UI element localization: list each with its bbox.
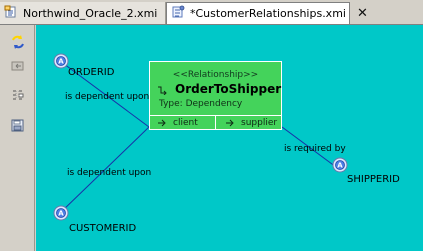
- tab-customer-relationships[interactable]: *CustomerRelationships.xmi ✕: [166, 2, 368, 24]
- editor-tab-strip: Northwind_Oracle_2.xmi *CustomerRelation…: [0, 0, 423, 25]
- client-role[interactable]: client: [150, 116, 216, 130]
- client-label: client: [173, 118, 198, 128]
- entity-a-icon: A: [332, 157, 348, 173]
- up-folder-icon: [9, 57, 27, 79]
- close-icon[interactable]: ✕: [357, 7, 368, 20]
- save-diagram-button[interactable]: [8, 118, 28, 138]
- relationship-box[interactable]: <<Relationship>> OrderToShipper Type: De…: [149, 61, 282, 130]
- edge-label: is dependent upon: [67, 168, 152, 178]
- shipperid-entity[interactable]: A SHIPPERID: [332, 157, 400, 185]
- relationship-stereotype: <<Relationship>>: [172, 70, 259, 80]
- tab-label: *CustomerRelationships.xmi: [190, 7, 346, 20]
- supplier-label: supplier: [241, 118, 278, 128]
- layout-icon: [9, 87, 27, 109]
- role-arrow-icon: [156, 118, 167, 128]
- relationship-name-row: OrderToShipper: [157, 80, 282, 99]
- entity-a-icon: A: [53, 205, 69, 221]
- up-folder-button[interactable]: [8, 58, 28, 78]
- relationship-roles: client supplier: [150, 115, 281, 130]
- svg-text:A: A: [337, 162, 343, 170]
- relationship-icon: [157, 80, 167, 99]
- supplier-role[interactable]: supplier: [216, 116, 281, 130]
- customerid-entity[interactable]: A CUSTOMERID: [53, 205, 136, 234]
- node-label: ORDERID: [68, 67, 115, 78]
- svg-text:A: A: [58, 210, 64, 218]
- orderid-entity[interactable]: A ORDERID: [53, 53, 114, 78]
- save-diagram-icon: [9, 117, 27, 139]
- xmi-model-icon: [4, 5, 18, 22]
- diagram-connectors: [59, 60, 337, 214]
- relationship-name: OrderToShipper: [175, 82, 282, 96]
- tab-northwind-oracle-2[interactable]: Northwind_Oracle_2.xmi: [0, 2, 166, 24]
- node-label: SHIPPERID: [347, 174, 400, 185]
- node-label: CUSTOMERID: [69, 223, 137, 234]
- refresh-icon: [9, 33, 27, 55]
- relationship-type: Type: Dependency: [159, 99, 243, 109]
- diagram-canvas[interactable]: A ORDERID A CUSTOMERID A SHIPPERID is de…: [36, 25, 423, 251]
- edge-label: is required by: [284, 144, 346, 154]
- tab-label: Northwind_Oracle_2.xmi: [23, 6, 158, 20]
- diagram-toolbar: [0, 25, 35, 251]
- edge-label: is dependent upon: [65, 92, 150, 102]
- layout-button[interactable]: [8, 88, 28, 108]
- role-arrow-icon: [224, 118, 235, 128]
- entity-a-icon: A: [53, 53, 69, 69]
- svg-text:A: A: [58, 58, 64, 66]
- refresh-button[interactable]: [8, 34, 28, 54]
- xmi-diagram-icon: [171, 5, 185, 22]
- xmi-editor-window: Northwind_Oracle_2.xmi *CustomerRelation…: [0, 0, 423, 251]
